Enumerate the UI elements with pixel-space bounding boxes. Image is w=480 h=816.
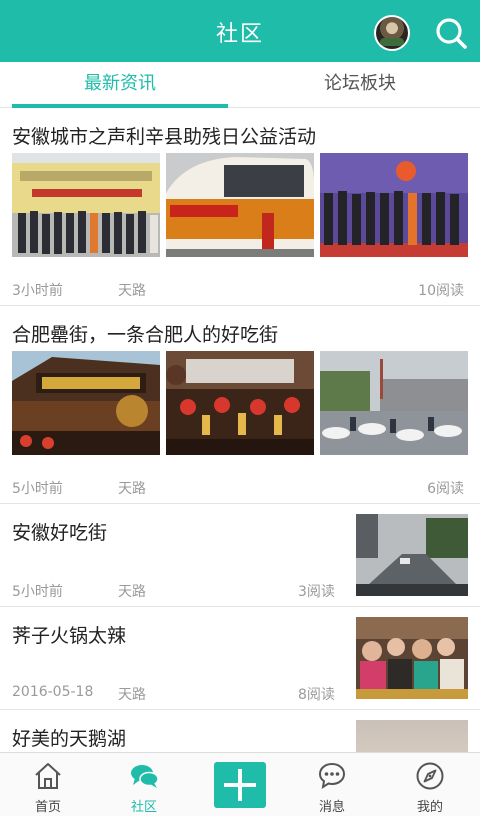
list-item[interactable]: 合肥罍街，一条合肥人的好吃街 5小时前 天路 6阅读 (0, 306, 480, 504)
post-photo (166, 351, 314, 455)
news-feed[interactable]: 安徽城市之声利辛县助残日公益活动 3小时前 天路 10阅读 合肥罍街，一条合肥人… (0, 108, 480, 752)
tab-bar: 最新资讯 论坛板块 (0, 62, 480, 108)
post-read-count: 6阅读 (427, 481, 464, 497)
nav-messages[interactable]: 消息 (284, 753, 380, 816)
post-photo (356, 720, 468, 752)
post-author: 天路 (118, 584, 146, 600)
nav-label: 消息 (318, 800, 345, 815)
list-item[interactable]: 好美的天鹅湖 (0, 710, 480, 752)
post-author: 天路 (118, 283, 146, 299)
post-time: 3小时前 (12, 283, 63, 299)
nav-label: 我的 (416, 800, 443, 815)
post-photo (320, 351, 468, 455)
post-read-count: 8阅读 (298, 687, 335, 703)
post-photo (12, 153, 160, 257)
home-icon (35, 763, 61, 789)
post-title: 安徽城市之声利辛县助残日公益活动 (12, 126, 317, 148)
post-photo (356, 617, 468, 699)
bottom-navigation: 首页 社区 消息 我的 (0, 752, 480, 816)
post-author: 天路 (118, 687, 146, 703)
post-author: 天路 (118, 481, 146, 497)
add-post-button[interactable] (214, 762, 266, 808)
post-title: 安徽好吃街 (12, 522, 108, 544)
list-item[interactable]: 荠子火锅太辣 2016-05-18 天路 8阅读 (0, 607, 480, 710)
chat-bubbles-icon (131, 765, 159, 788)
post-time: 2016-05-18 (12, 684, 94, 700)
compass-icon (416, 762, 444, 790)
user-avatar[interactable] (374, 15, 410, 51)
post-read-count: 3阅读 (298, 584, 335, 600)
post-photo (356, 514, 468, 596)
post-photo (166, 153, 314, 257)
nav-community[interactable]: 社区 (96, 753, 192, 816)
list-item[interactable]: 安徽城市之声利辛县助残日公益活动 3小时前 天路 10阅读 (0, 108, 480, 306)
message-icon (318, 762, 346, 790)
post-time: 5小时前 (12, 584, 63, 600)
tab-latest-news[interactable]: 最新资讯 (12, 62, 228, 108)
nav-label: 首页 (34, 800, 61, 815)
nav-label: 社区 (130, 800, 157, 815)
tab-forum-sections[interactable]: 论坛板块 (252, 62, 468, 108)
post-title: 好美的天鹅湖 (12, 728, 127, 750)
search-button[interactable] (434, 16, 468, 50)
post-title: 荠子火锅太辣 (12, 625, 127, 647)
post-read-count: 10阅读 (418, 283, 464, 299)
post-title: 合肥罍街，一条合肥人的好吃街 (12, 324, 279, 346)
post-photo (320, 153, 468, 257)
top-app-bar: 社区 (0, 0, 480, 62)
post-time: 5小时前 (12, 481, 63, 497)
post-photo (12, 351, 160, 455)
search-icon (436, 18, 467, 49)
list-item[interactable]: 安徽好吃街 5小时前 天路 3阅读 (0, 504, 480, 607)
nav-home[interactable]: 首页 (0, 753, 96, 816)
nav-profile[interactable]: 我的 (382, 753, 478, 816)
